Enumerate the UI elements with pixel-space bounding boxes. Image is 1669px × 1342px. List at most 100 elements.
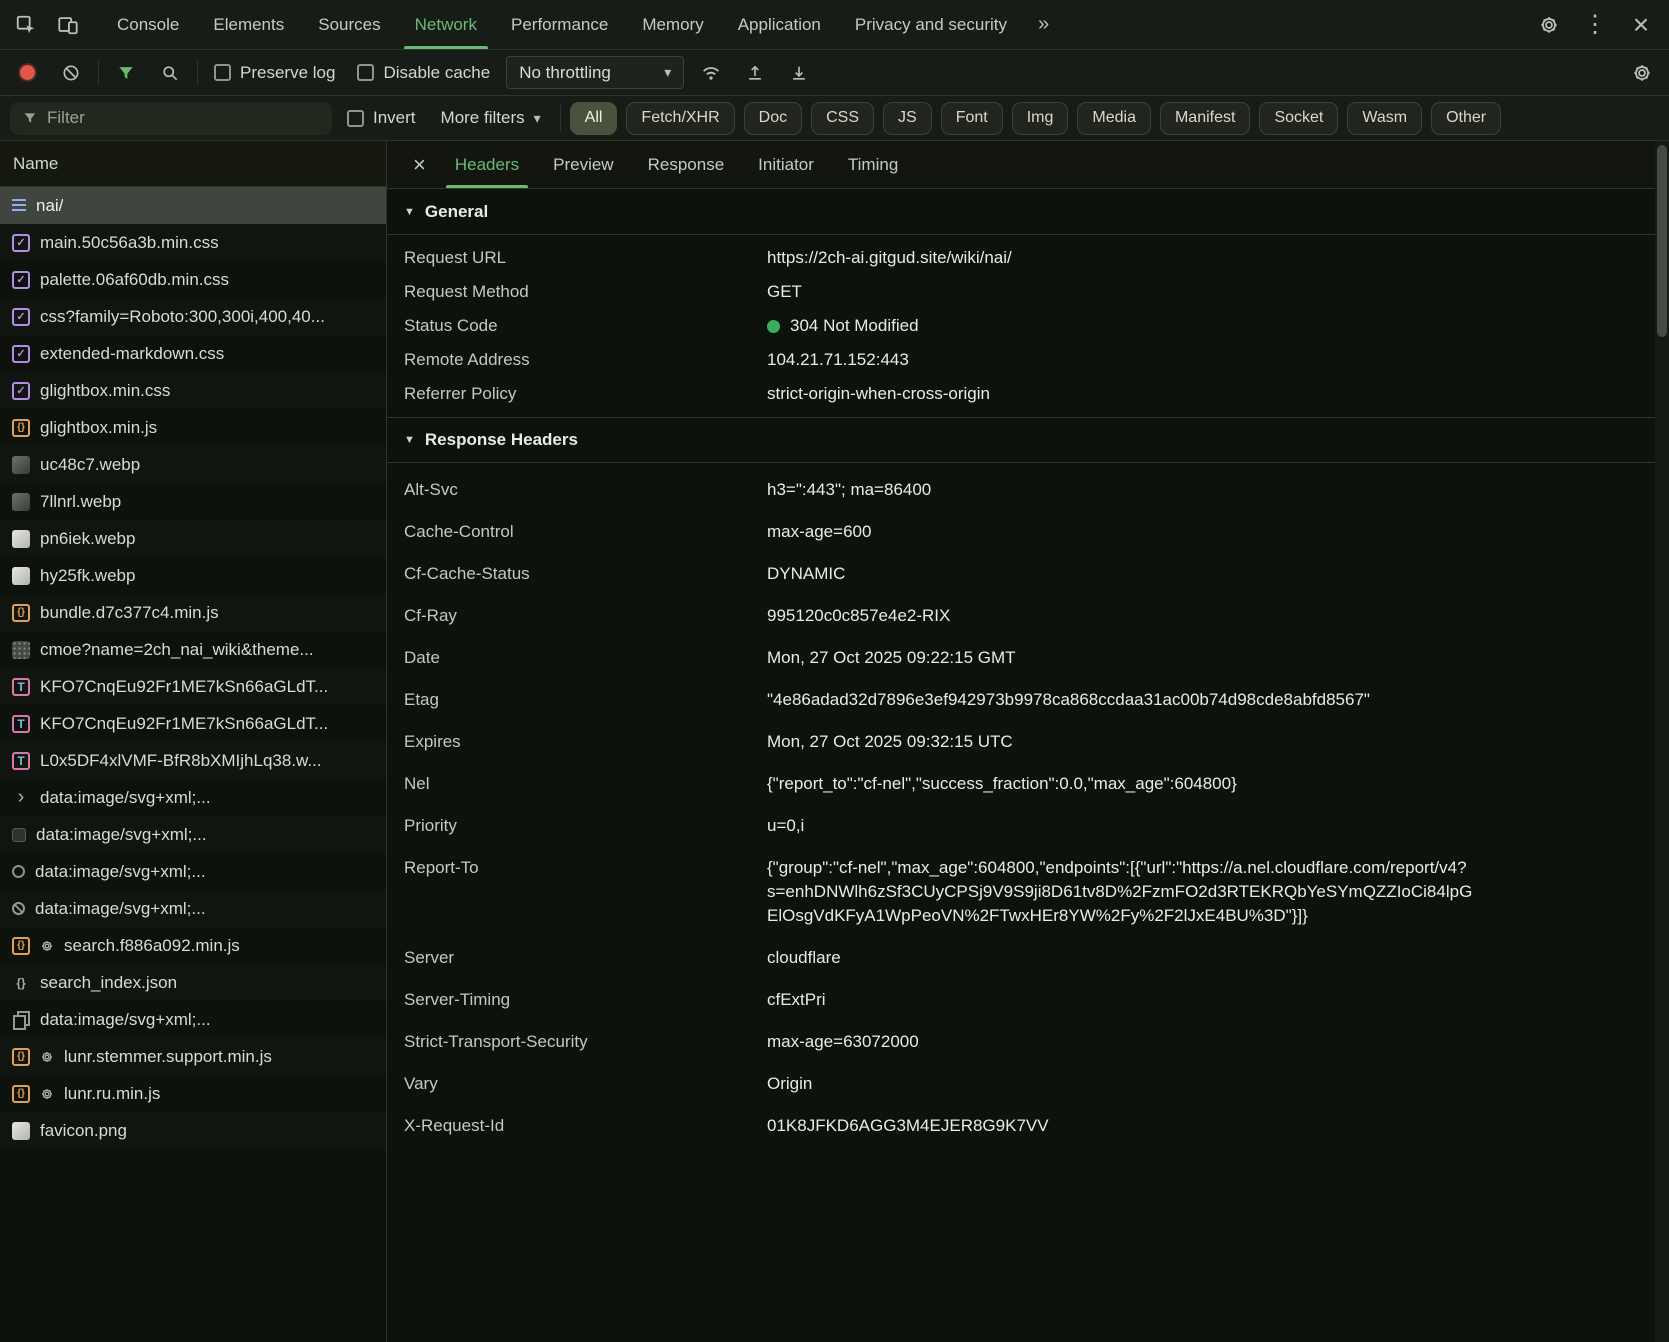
- resource-type-chip[interactable]: Fetch/XHR: [626, 101, 735, 135]
- request-row[interactable]: pn6iek.webp: [0, 520, 386, 557]
- devtools-tab[interactable]: Privacy and security: [838, 0, 1024, 49]
- header-value: Mon, 27 Oct 2025 09:32:15 UTC: [767, 732, 1013, 751]
- request-row[interactable]: data:image/svg+xml;...: [0, 1001, 386, 1038]
- request-row[interactable]: bundle.d7c377c4.min.js: [0, 594, 386, 631]
- resource-type-chip[interactable]: Wasm: [1347, 101, 1423, 135]
- filter-toggle-icon[interactable]: [109, 57, 143, 89]
- preserve-log-checkbox[interactable]: Preserve log: [208, 63, 341, 83]
- chip-label: Manifest: [1174, 109, 1236, 126]
- export-har-icon[interactable]: [782, 57, 816, 89]
- resource-type-chip[interactable]: Socket: [1259, 101, 1339, 135]
- details-tab[interactable]: Timing: [831, 141, 915, 188]
- more-tabs-chevron-icon[interactable]: »: [1024, 0, 1063, 49]
- request-row[interactable]: glightbox.min.js: [0, 409, 386, 446]
- request-row[interactable]: glightbox.min.css: [0, 372, 386, 409]
- disable-cache-checkbox[interactable]: Disable cache: [351, 63, 496, 83]
- request-row[interactable]: data:image/svg+xml;...: [0, 779, 386, 816]
- header-key: Priority: [404, 816, 457, 835]
- inspect-element-icon[interactable]: [8, 8, 44, 42]
- header-row: Remote Address 104.21.71.152:443: [387, 343, 1655, 377]
- name-column-header[interactable]: Name: [0, 141, 386, 187]
- resource-type-chip[interactable]: Other: [1431, 101, 1502, 135]
- devtools-tab[interactable]: Network: [398, 0, 494, 49]
- filter-input[interactable]: [47, 108, 320, 128]
- import-har-icon[interactable]: [738, 57, 772, 89]
- request-row[interactable]: search_index.json: [0, 964, 386, 1001]
- request-row[interactable]: css?family=Roboto:300,300i,400,40...: [0, 298, 386, 335]
- record-icon: [19, 65, 35, 80]
- resource-type-chip[interactable]: Img: [1011, 101, 1069, 135]
- devtools-tab[interactable]: Memory: [625, 0, 720, 49]
- request-row[interactable]: main.50c56a3b.min.css: [0, 224, 386, 261]
- details-tab[interactable]: Headers: [438, 141, 536, 188]
- request-row[interactable]: lunr.stemmer.support.min.js: [0, 1038, 386, 1075]
- kebab-menu-icon[interactable]: ⋮: [1577, 8, 1613, 42]
- request-row[interactable]: nai/: [0, 187, 386, 224]
- resource-type-chip[interactable]: All: [569, 101, 618, 135]
- resource-type-chip[interactable]: Manifest: [1159, 101, 1251, 135]
- request-row[interactable]: lunr.ru.min.js: [0, 1075, 386, 1112]
- chip-label: Other: [1446, 109, 1487, 126]
- general-section-header[interactable]: ▼ General: [387, 189, 1655, 235]
- checkbox-icon: [357, 64, 375, 81]
- request-list-panel: Name nai/ main.50c56a3b.min.css: [0, 141, 387, 1342]
- request-row[interactable]: data:image/svg+xml;...: [0, 816, 386, 853]
- request-row[interactable]: 7llnrl.webp: [0, 483, 386, 520]
- file-type-icon: [12, 199, 26, 212]
- clear-network-log-button[interactable]: [54, 57, 88, 89]
- close-devtools-icon[interactable]: ×: [1623, 8, 1659, 42]
- request-row[interactable]: hy25fk.webp: [0, 557, 386, 594]
- filter-input-box: [10, 101, 332, 135]
- request-name: main.50c56a3b.min.css: [40, 232, 219, 252]
- request-row[interactable]: favicon.png: [0, 1112, 386, 1149]
- request-name: cmoe?name=2ch_nai_wiki&theme...: [40, 639, 314, 659]
- devtools-tab[interactable]: Application: [721, 0, 838, 49]
- scrollbar-thumb[interactable]: [1657, 145, 1667, 337]
- file-type-icon: [12, 1084, 30, 1103]
- settings-gear-icon[interactable]: [1531, 8, 1567, 42]
- header-key: Nel: [404, 774, 430, 793]
- header-key: Strict-Transport-Security: [404, 1032, 588, 1051]
- resource-type-chip[interactable]: Media: [1077, 101, 1151, 135]
- request-name: css?family=Roboto:300,300i,400,40...: [40, 306, 325, 326]
- header-value: max-age=63072000: [767, 1032, 919, 1051]
- throttling-select[interactable]: No throttling ▾: [506, 56, 685, 89]
- resource-type-chip[interactable]: Font: [940, 101, 1003, 135]
- resource-type-chip[interactable]: CSS: [811, 101, 875, 135]
- details-tab[interactable]: Response: [631, 141, 742, 188]
- devtools-tab[interactable]: Performance: [494, 0, 625, 49]
- response-headers-section-header[interactable]: ▼ Response Headers: [387, 417, 1655, 463]
- request-row[interactable]: search.f886a092.min.js: [0, 927, 386, 964]
- request-row[interactable]: uc48c7.webp: [0, 446, 386, 483]
- file-type-icon: [12, 492, 30, 511]
- record-network-log-button[interactable]: [10, 57, 44, 89]
- invert-checkbox[interactable]: Invert: [341, 108, 422, 128]
- request-row[interactable]: extended-markdown.css: [0, 335, 386, 372]
- network-settings-gear-icon[interactable]: [1625, 57, 1659, 89]
- scrollbar[interactable]: [1655, 141, 1669, 1342]
- header-key: X-Request-Id: [404, 1116, 505, 1135]
- details-tab[interactable]: Preview: [536, 141, 630, 188]
- close-details-icon[interactable]: ×: [401, 141, 438, 188]
- network-conditions-icon[interactable]: [694, 57, 728, 89]
- devtools-tab-bar: Console Elements Sources Network Perform…: [0, 0, 1669, 50]
- request-row[interactable]: data:image/svg+xml;...: [0, 890, 386, 927]
- request-row[interactable]: data:image/svg+xml;...: [0, 853, 386, 890]
- request-row[interactable]: cmoe?name=2ch_nai_wiki&theme...: [0, 631, 386, 668]
- resource-type-chip[interactable]: Doc: [743, 101, 803, 135]
- resource-type-chip[interactable]: JS: [883, 101, 932, 135]
- request-row[interactable]: KFO7CnqEu92Fr1ME7kSn66aGLdT...: [0, 705, 386, 742]
- request-name: KFO7CnqEu92Fr1ME7kSn66aGLdT...: [40, 676, 329, 696]
- devtools-tab[interactable]: Console: [100, 0, 196, 49]
- devtools-tab[interactable]: Sources: [301, 0, 397, 49]
- more-filters-button[interactable]: More filters ▾: [431, 108, 551, 128]
- request-row[interactable]: palette.06af60db.min.css: [0, 261, 386, 298]
- request-row[interactable]: L0x5DF4xlVMF-BfR8bXMIjhLq38.w...: [0, 742, 386, 779]
- file-type-icon: [12, 1047, 30, 1066]
- device-toolbar-icon[interactable]: [50, 8, 86, 42]
- header-key: Remote Address: [404, 350, 530, 369]
- search-icon[interactable]: [153, 57, 187, 89]
- request-row[interactable]: KFO7CnqEu92Fr1ME7kSn66aGLdT...: [0, 668, 386, 705]
- details-tab[interactable]: Initiator: [741, 141, 831, 188]
- devtools-tab[interactable]: Elements: [196, 0, 301, 49]
